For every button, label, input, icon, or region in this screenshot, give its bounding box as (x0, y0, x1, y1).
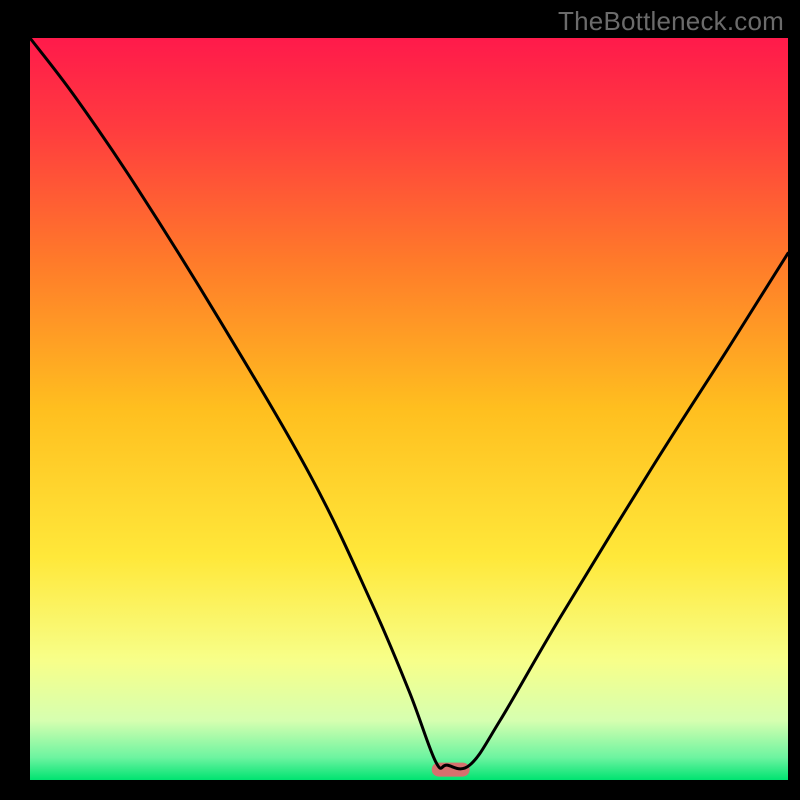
bottleneck-chart (0, 0, 800, 800)
plot-area (30, 38, 788, 780)
watermark-text: TheBottleneck.com (558, 6, 784, 37)
chart-frame: TheBottleneck.com (0, 0, 800, 800)
